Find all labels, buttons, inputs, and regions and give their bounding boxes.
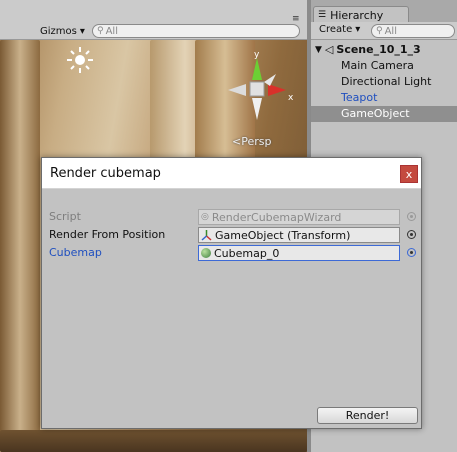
dropdown-arrow-icon: ▾ — [355, 24, 361, 35]
hierarchy-tab-bar: ☰ Hierarchy — [311, 0, 457, 23]
script-label: Script — [49, 210, 81, 223]
create-dropdown[interactable]: Create ▾ — [319, 24, 360, 35]
hierarchy-tab-label: Hierarchy — [330, 8, 384, 22]
hierarchy-toolbar: Create ▾ ⚲ All — [311, 22, 457, 40]
projection-label[interactable]: <Persp — [232, 135, 271, 148]
scene-name: Scene_10_1_3 — [336, 43, 421, 56]
gizmos-label: Gizmos — [40, 25, 77, 37]
background-pillar — [0, 40, 40, 452]
close-button[interactable]: x — [400, 165, 418, 183]
object-picker-icon[interactable] — [407, 248, 416, 257]
hierarchy-item-main-camera[interactable]: Main Camera — [311, 58, 457, 74]
render-cubemap-dialog: Render cubemap x Script ◎ RenderCubemapW… — [41, 157, 422, 429]
projection-text: Persp — [241, 135, 272, 148]
gizmo-x-label: x — [288, 93, 294, 103]
hierarchy-icon: ☰ — [318, 10, 327, 20]
background-floor — [0, 430, 307, 452]
search-icon: ⚲ — [97, 26, 104, 36]
create-label: Create — [319, 24, 353, 35]
property-row-script: Script ◎ RenderCubemapWizard — [43, 208, 421, 226]
scene-search-input[interactable]: ⚲ All — [92, 24, 300, 38]
render-button[interactable]: Render! — [317, 407, 418, 424]
dialog-title-bar[interactable]: Render cubemap x — [42, 158, 421, 189]
directional-light-icon[interactable] — [66, 46, 94, 74]
orientation-gizmo[interactable]: y x — [224, 48, 300, 126]
hierarchy-item-teapot[interactable]: Teapot — [311, 90, 457, 106]
scene-search-placeholder: All — [105, 25, 118, 37]
expand-arrow-icon: ▼ — [315, 45, 322, 55]
render-from-position-value: GameObject (Transform) — [215, 228, 351, 242]
hierarchy-list: ▼ ◁ Scene_10_1_3 Main Camera Directional… — [311, 40, 457, 122]
property-row-render-from-position: Render From Position GameObject (Transfo… — [43, 226, 421, 244]
cubemap-label: Cubemap — [49, 246, 102, 259]
object-picker-icon — [407, 212, 416, 221]
render-from-position-field[interactable]: GameObject (Transform) — [198, 227, 400, 243]
tab-hierarchy[interactable]: ☰ Hierarchy — [313, 6, 409, 23]
scene-tab-strip — [0, 0, 307, 22]
cubemap-field[interactable]: Cubemap_0 — [198, 245, 400, 261]
scene-root-item[interactable]: ▼ ◁ Scene_10_1_3 — [311, 42, 457, 58]
hierarchy-search-placeholder: All — [384, 25, 397, 37]
unity-scene-icon: ◁ — [324, 43, 334, 56]
gizmo-y-label: y — [254, 50, 260, 60]
dialog-title: Render cubemap — [50, 166, 161, 181]
property-row-cubemap: Cubemap Cubemap_0 — [43, 244, 421, 262]
hierarchy-item-directional-light[interactable]: Directional Light — [311, 74, 457, 90]
script-field: ◎ RenderCubemapWizard — [198, 209, 400, 225]
persp-arrow-icon: < — [232, 135, 242, 148]
hierarchy-item-gameobject[interactable]: GameObject — [311, 106, 457, 122]
script-file-icon: ◎ — [201, 212, 209, 222]
cubemap-icon — [201, 248, 211, 258]
script-value: RenderCubemapWizard — [211, 210, 342, 224]
render-from-position-label: Render From Position — [49, 228, 166, 241]
gizmos-dropdown[interactable]: Gizmos ▾ — [36, 24, 89, 38]
property-list: Script ◎ RenderCubemapWizard Render From… — [43, 208, 421, 262]
dropdown-arrow-icon: ▾ — [79, 25, 85, 37]
transform-icon — [201, 229, 212, 241]
scene-toolbar: Gizmos ▾ ⚲ All — [0, 22, 307, 40]
object-picker-icon[interactable] — [407, 230, 416, 239]
cubemap-value: Cubemap_0 — [214, 246, 280, 260]
search-icon: ⚲ — [376, 26, 383, 36]
hierarchy-search-input[interactable]: ⚲ All — [371, 24, 455, 38]
